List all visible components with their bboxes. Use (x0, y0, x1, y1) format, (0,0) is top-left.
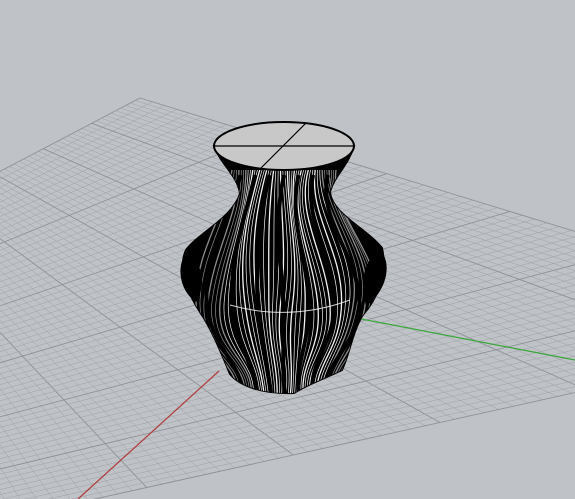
grid-line (0, 388, 88, 499)
vase-model[interactable] (180, 121, 387, 395)
grid-line (0, 109, 178, 196)
3d-viewport[interactable] (0, 0, 575, 499)
viewport-scene (0, 97, 575, 499)
grid-line (0, 97, 141, 172)
grid-line (0, 101, 153, 180)
